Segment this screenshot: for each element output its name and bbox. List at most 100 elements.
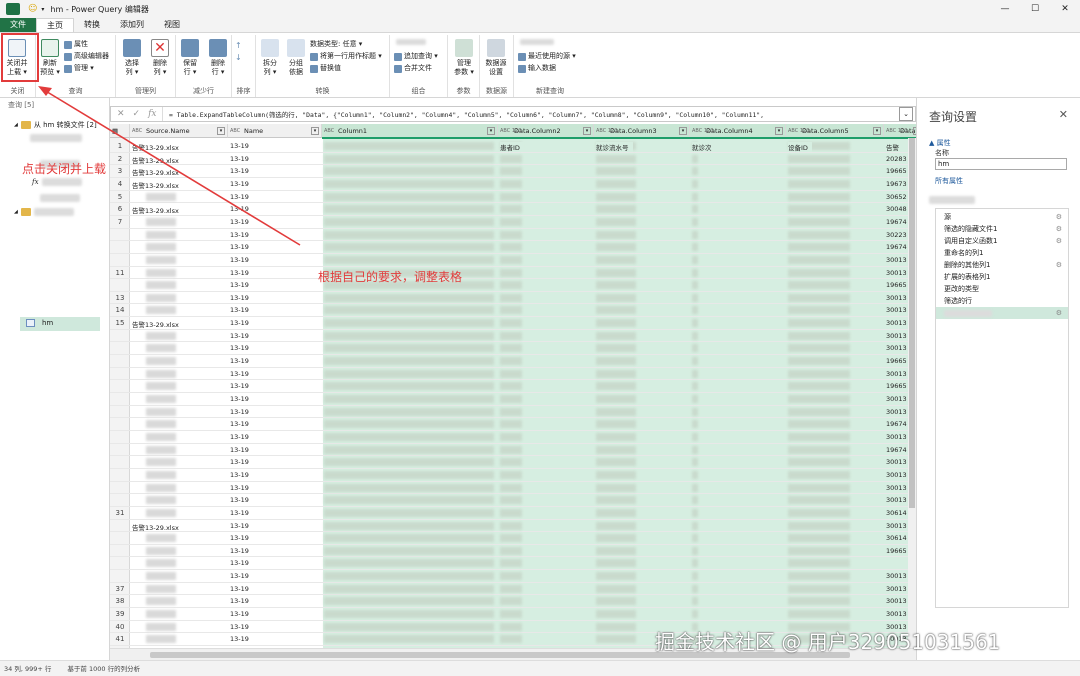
cell-name[interactable]: 13-19 (230, 484, 249, 492)
cell-data[interactable]: 19673 (886, 180, 907, 188)
column-type-icon[interactable]: ABC (132, 124, 142, 137)
cell-data[interactable]: 30013 (886, 319, 907, 327)
close-pane-icon[interactable]: ✕ (1059, 108, 1068, 121)
table-row[interactable] (110, 202, 908, 204)
applied-step[interactable]: 扩展的表格列1 (936, 271, 1068, 283)
cell-name[interactable]: 13-19 (230, 458, 249, 466)
table-row[interactable] (110, 442, 908, 444)
cell-name[interactable]: 13-19 (230, 370, 249, 378)
table-row[interactable] (110, 480, 908, 482)
cell-source-name[interactable]: 告警13-29.xlsx (132, 205, 179, 215)
table-row[interactable] (110, 429, 908, 431)
cell-name[interactable]: 13-19 (230, 610, 249, 618)
column-type-icon[interactable]: ABC 123 (692, 124, 713, 137)
table-row[interactable] (110, 493, 908, 495)
applied-step[interactable]: ⚙ (936, 307, 1068, 319)
table-row[interactable] (110, 543, 908, 545)
cell-source-name[interactable]: 告警13-29.xlsx (132, 319, 179, 329)
cell-name[interactable]: 13-19 (230, 496, 249, 504)
cell-name[interactable]: 13-19 (230, 395, 249, 403)
gear-icon[interactable]: ⚙ (1056, 211, 1062, 223)
cell-source-name[interactable]: 告警13-29.xlsx (132, 167, 179, 177)
nav-function-item[interactable]: fx (32, 178, 82, 186)
cell-data[interactable]: 19665 (886, 382, 907, 390)
cell-header-value[interactable]: 患者ID (500, 142, 524, 152)
table-row[interactable] (110, 531, 908, 533)
cell-data[interactable]: 30013 (886, 597, 907, 605)
cell-name[interactable]: 13-19 (230, 420, 249, 428)
column-header[interactable]: ABC 123 Data.Column2 ▾ (498, 124, 594, 138)
manage-button[interactable]: 管理 ▾ (64, 63, 94, 74)
column-filter-dropdown-icon[interactable]: ▾ (217, 127, 225, 135)
cell-name[interactable]: 13-19 (230, 572, 249, 580)
table-row[interactable] (110, 316, 908, 318)
cell-name[interactable]: 13-19 (230, 306, 249, 314)
cell-name[interactable]: 13-19 (230, 534, 249, 542)
gear-icon[interactable]: ⚙ (1056, 259, 1062, 271)
table-row[interactable] (110, 164, 908, 166)
refresh-preview-button[interactable]: 刷新 预览 ▾ (36, 37, 64, 77)
group-by-button[interactable]: 分组 依据 (282, 37, 310, 77)
cell-data[interactable]: 30013 (886, 344, 907, 352)
column-header[interactable]: ABC 123 Data.Column5 ▾ (786, 124, 884, 138)
table-row[interactable] (110, 303, 908, 305)
data-source-settings-button[interactable]: 数据源 设置 (482, 37, 510, 77)
cell-name[interactable]: 13-19 (230, 180, 249, 188)
cell-data[interactable]: 30013 (886, 294, 907, 302)
cell-name[interactable]: 13-19 (230, 218, 249, 226)
cell-source-name[interactable]: 告警13-29.xlsx (132, 142, 179, 152)
table-row[interactable] (110, 417, 908, 419)
table-row[interactable] (110, 252, 908, 254)
table-row[interactable] (110, 366, 908, 368)
column-filter-dropdown-icon[interactable]: ▾ (775, 127, 783, 135)
cell-data[interactable]: 30013 (886, 408, 907, 416)
cell-data[interactable]: 30013 (886, 370, 907, 378)
cell-name[interactable]: 13-19 (230, 344, 249, 352)
column-type-icon[interactable]: ABC 123 (596, 124, 617, 137)
tab-transform[interactable]: 转换 (74, 18, 110, 32)
advanced-editor-button[interactable]: 高级编辑器 (64, 51, 109, 62)
cell-name[interactable]: 13-19 (230, 547, 249, 555)
cell-name[interactable]: 13-19 (230, 193, 249, 201)
applied-step[interactable]: 重命名的列1 (936, 247, 1068, 259)
cell-data[interactable]: 30013 (886, 585, 907, 593)
tab-view[interactable]: 视图 (154, 18, 190, 32)
cell-name[interactable]: 13-19 (230, 357, 249, 365)
column-filter-dropdown-icon[interactable]: ▾ (311, 127, 319, 135)
merge-files-button[interactable]: 合并文件 (394, 63, 432, 74)
query-name-input[interactable]: hm (935, 158, 1067, 170)
cell-data[interactable]: 19674 (886, 446, 907, 454)
column-header[interactable]: ABC Name ▾ (228, 124, 322, 138)
gear-icon[interactable]: ⚙ (1056, 235, 1062, 247)
column-filter-dropdown-icon[interactable]: ▾ (487, 127, 495, 135)
cell-data[interactable]: 19665 (886, 281, 907, 289)
cell-name[interactable]: 13-19 (230, 635, 249, 643)
cell-name[interactable]: 13-19 (230, 281, 249, 289)
cell-name[interactable]: 13-19 (230, 382, 249, 390)
data-type-dropdown[interactable]: 数据类型: 任意 ▾ (310, 39, 362, 50)
table-row[interactable] (110, 404, 908, 406)
cell-data[interactable]: 30013 (886, 610, 907, 618)
cell-data[interactable]: 20283 (886, 155, 907, 163)
table-row[interactable] (110, 240, 908, 242)
recent-sources-button[interactable]: 最近使用的源 ▾ (518, 51, 576, 62)
table-row[interactable] (110, 265, 908, 267)
cell-data[interactable]: 30013 (886, 572, 907, 580)
cell-source-name[interactable]: 告警13-29.xlsx (132, 155, 179, 165)
column-header[interactable]: ABC 123Data▾ (884, 124, 916, 138)
cell-data[interactable]: 19674 (886, 420, 907, 428)
cell-data[interactable]: 19674 (886, 243, 907, 251)
cell-data[interactable]: 30013 (886, 484, 907, 492)
gear-icon[interactable]: ⚙ (1056, 223, 1062, 235)
cell-data[interactable]: 告警 (886, 142, 899, 152)
sort-ascending-icon[interactable]: ↑ (235, 41, 242, 50)
table-row[interactable] (110, 505, 908, 507)
table-row[interactable] (110, 556, 908, 558)
table-row[interactable] (110, 341, 908, 343)
cell-data[interactable]: 19665 (886, 167, 907, 175)
table-row[interactable] (110, 379, 908, 381)
nav-folder-other[interactable]: ◢ (14, 208, 74, 216)
cell-name[interactable]: 13-19 (230, 231, 249, 239)
maximize-button[interactable]: ☐ (1020, 0, 1050, 18)
column-header[interactable]: ABC Column1 ▾ (322, 124, 498, 138)
